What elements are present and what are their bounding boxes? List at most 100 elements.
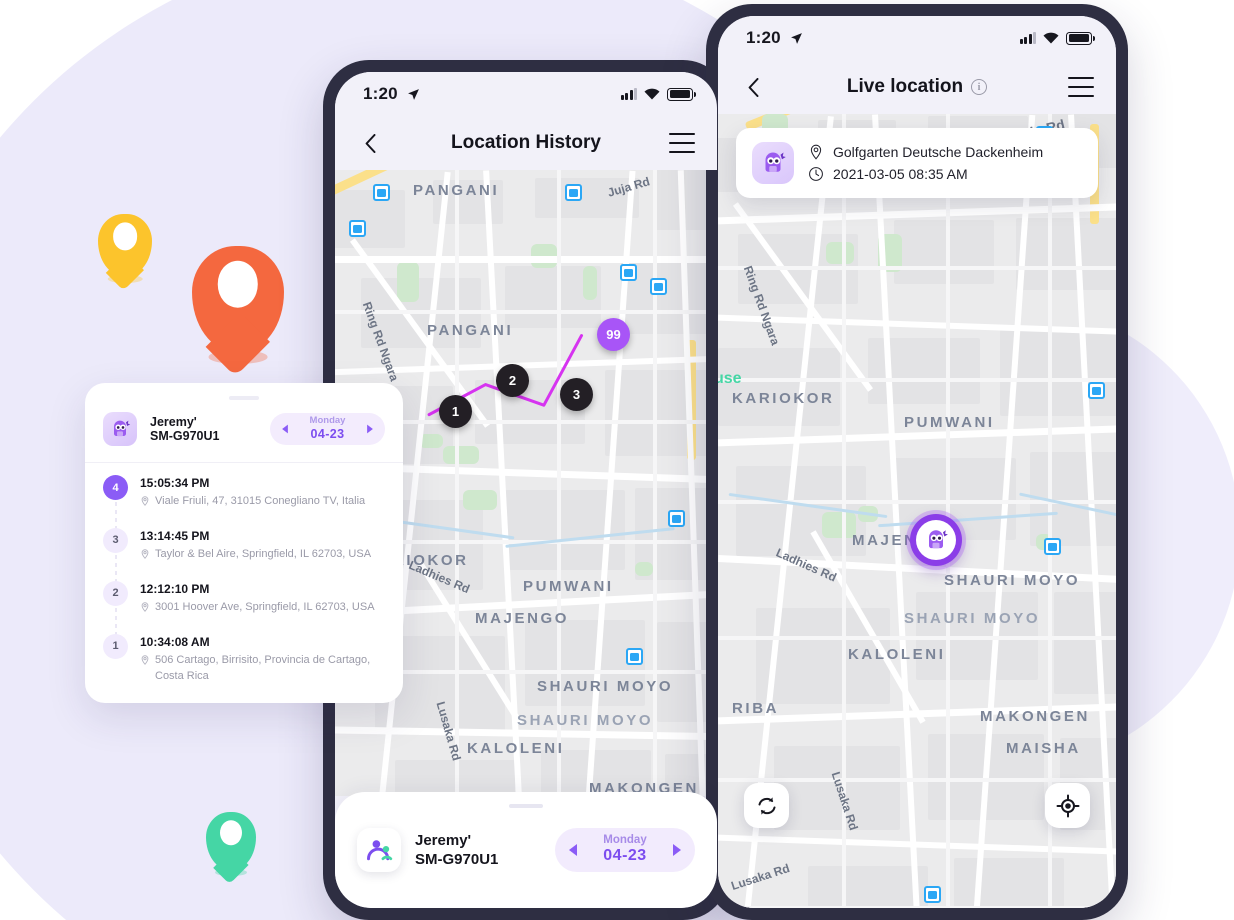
timeline-connector: [115, 607, 117, 636]
refresh-button[interactable]: [744, 783, 789, 828]
page-title: Location History: [383, 132, 669, 154]
history-address-text: 506 Cartago, Birrisito, Provincia de Car…: [155, 653, 371, 682]
signal-icon: [1019, 32, 1036, 44]
route-marker-current[interactable]: 99: [597, 318, 630, 351]
device-info: Jeremy' SM-G970U1: [415, 832, 498, 868]
live-place-text: Golfgarten Deutsche Dackenheim: [833, 144, 1044, 160]
history-address-text: Viale Friuli, 47, 31015 Conegliano TV, I…: [155, 495, 366, 507]
device-model: SM-G970U1: [415, 851, 499, 868]
map-area-label: KALOLENI: [848, 646, 946, 663]
device-info: Jeremy' SM-G970U1: [150, 415, 219, 443]
route-marker[interactable]: 3: [560, 378, 593, 411]
history-address: 506 Cartago, Birrisito, Provincia de Car…: [140, 653, 385, 685]
date-picker[interactable]: Monday 04-23: [555, 828, 695, 872]
screenshot-stage: 1:20 Location History PANGANI PANGANI RI…: [0, 0, 1234, 920]
location-pin-icon: [141, 549, 149, 559]
history-badge: 4: [103, 475, 128, 500]
bottom-device-bar: Jeremy' SM-G970U1 Monday 04-23: [335, 792, 717, 908]
route-marker[interactable]: 2: [496, 364, 529, 397]
date-weekday: Monday: [309, 415, 346, 427]
history-time: 12:12:10 PM: [140, 581, 210, 596]
device-model: SM-G970U1: [150, 429, 220, 443]
history-card-header: Jeremy' SM-G970U1 Monday 04-23: [85, 400, 403, 462]
location-pin-icon: [141, 602, 149, 612]
date-value: 04-23: [603, 847, 647, 865]
prev-arrow-icon[interactable]: [569, 844, 577, 856]
location-pin-icon: [141, 496, 149, 506]
family-group-icon: [367, 840, 393, 861]
map-street-label: use: [718, 370, 742, 387]
map-area-label: RIBA: [732, 700, 780, 717]
green-pin-icon: [206, 812, 256, 877]
history-time: 15:05:34 PM: [140, 476, 210, 490]
location-pin-icon: [810, 144, 822, 160]
list-item[interactable]: 2 12:12:10 PM 3001 Hoover Ave, Springfie…: [103, 580, 385, 636]
bus-stop-icon[interactable]: [1044, 538, 1061, 555]
chevron-left-icon: [365, 133, 375, 153]
signal-icon: [620, 88, 637, 100]
navigation-arrow-icon: [407, 88, 419, 100]
next-arrow-icon[interactable]: [672, 844, 681, 856]
history-time: 10:34:08 AM: [140, 634, 210, 649]
monster-avatar: [752, 142, 794, 184]
map-area-label: MAISHA: [1006, 740, 1081, 757]
back-button[interactable]: [357, 130, 383, 156]
route-marker[interactable]: 1: [439, 395, 472, 428]
battery-icon: [1066, 31, 1096, 45]
navigation-arrow-icon: [790, 32, 802, 44]
info-icon[interactable]: i: [971, 79, 988, 95]
timeline-connector: [115, 554, 117, 583]
wifi-icon: [1043, 32, 1059, 44]
locate-button[interactable]: [1045, 783, 1090, 828]
history-address-text: Taylor & Bel Aire, Springfield, IL 62703…: [155, 547, 372, 560]
location-pin-icon: [141, 655, 149, 665]
status-bar: 1:20: [335, 72, 717, 116]
live-location-marker[interactable]: [910, 514, 962, 566]
next-arrow-icon[interactable]: [367, 424, 373, 434]
date-value: 04-23: [310, 427, 345, 442]
location-history-card: Jeremy' SM-G970U1 Monday 04-23 4 15:05:3…: [85, 383, 403, 703]
monster-avatar-icon: [765, 152, 786, 172]
date-picker[interactable]: Monday 04-23: [270, 413, 385, 445]
nav-bar-right: Live location i: [718, 60, 1116, 114]
back-button[interactable]: [740, 74, 766, 100]
yellow-pin-icon: [98, 214, 152, 283]
divider: [85, 462, 403, 463]
status-time: 1:20: [746, 28, 781, 47]
bus-stop-icon[interactable]: [1088, 382, 1105, 399]
list-item[interactable]: 4 15:05:34 PM Viale Friuli, 47, 31015 Co…: [103, 475, 385, 530]
menu-button[interactable]: [669, 133, 695, 153]
history-address: 3001 Hoover Ave, Springfield, IL 62703, …: [140, 600, 375, 616]
live-place-row: Golfgarten Deutsche Dackenheim: [808, 144, 1043, 160]
drag-handle[interactable]: [509, 804, 543, 808]
menu-button[interactable]: [1068, 77, 1094, 97]
list-item[interactable]: 3 13:14:45 PM Taylor & Bel Aire, Springf…: [103, 527, 385, 583]
clock-icon: [809, 167, 823, 181]
history-list: 4 15:05:34 PM Viale Friuli, 47, 31015 Co…: [85, 467, 403, 685]
bus-stop-icon[interactable]: [924, 886, 941, 903]
prev-arrow-icon[interactable]: [282, 424, 288, 434]
map-area-label: SHAURI MOYO: [944, 572, 1081, 589]
phone-live-location: 1:20 Live location i KARIOKOR PUMWANI MA…: [706, 4, 1128, 920]
family-avatar-icon: [357, 828, 401, 872]
monster-avatar: [103, 412, 137, 446]
date-weekday: Monday: [603, 834, 647, 847]
monster-avatar-icon: [114, 420, 131, 437]
page-title-text: Location History: [451, 132, 601, 153]
nav-bar-middle: Location History: [335, 116, 717, 170]
crosshair-locate-icon: [1056, 794, 1079, 817]
history-badge: 1: [103, 633, 128, 659]
history-badge: 3: [103, 527, 128, 553]
map-canvas-right[interactable]: PANGANI KARIOKOR PUMWANI MAJENGO SHAURI …: [718, 114, 1116, 908]
monster-avatar-icon: [929, 530, 948, 549]
map-area-label: MAKONGEN: [980, 708, 1090, 725]
device-owner-name: Jeremy': [150, 415, 197, 429]
map-area-label: KARIOKOR: [732, 390, 835, 407]
history-address: Taylor & Bel Aire, Springfield, IL 62703…: [140, 547, 371, 563]
page-title-text: Live location: [846, 76, 964, 97]
live-time-row: 2021-03-05 08:35 AM: [808, 166, 1043, 182]
list-item[interactable]: 1 10:34:08 AM 506 Cartago, Birrisito, Pr…: [103, 633, 385, 685]
live-location-info-card: Golfgarten Deutsche Dackenheim 2021-03-0…: [736, 128, 1098, 198]
wifi-icon: [644, 88, 660, 100]
phone-screen-right: 1:20 Live location i KARIOKOR PUMWANI MA…: [718, 16, 1116, 908]
